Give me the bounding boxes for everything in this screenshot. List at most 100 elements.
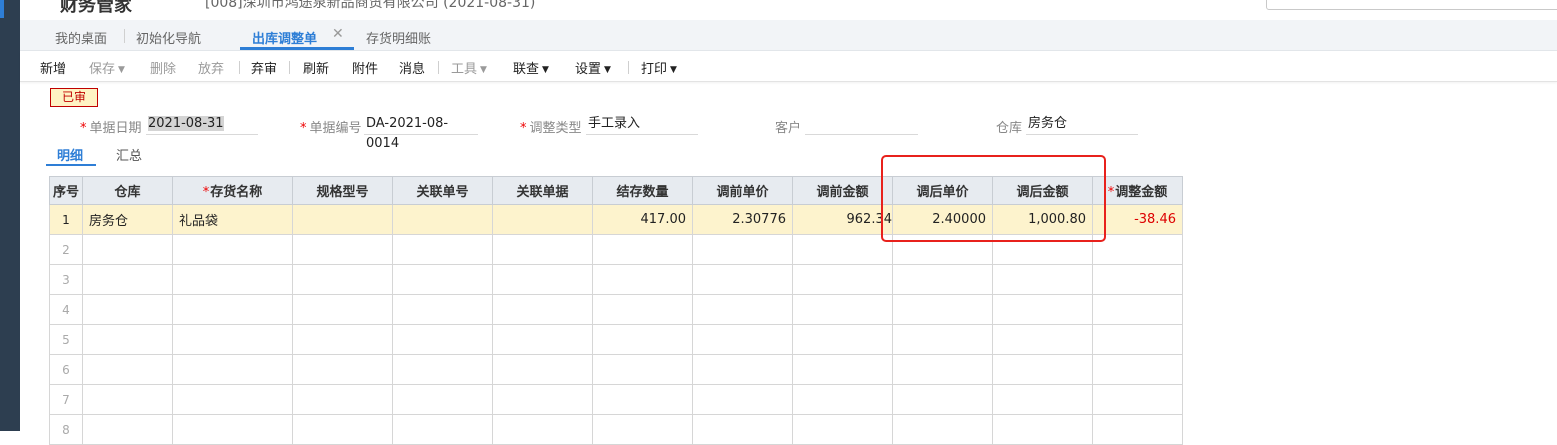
- linked-query-menu[interactable]: 联查 ▼: [513, 58, 549, 77]
- table-cell[interactable]: [892, 324, 993, 355]
- table-cell[interactable]: [592, 264, 693, 295]
- table-cell[interactable]: [892, 234, 993, 265]
- table-row[interactable]: 1 房务仓 礼品袋 417.00 2.30776 962.34 2.40000 …: [49, 204, 1183, 235]
- table-cell[interactable]: [292, 234, 393, 265]
- table-cell[interactable]: [492, 234, 593, 265]
- table-cell[interactable]: [292, 384, 393, 415]
- table-cell[interactable]: [592, 294, 693, 325]
- table-cell[interactable]: [792, 264, 893, 295]
- table-row[interactable]: 2: [49, 234, 1183, 265]
- table-cell[interactable]: [172, 324, 293, 355]
- table-cell[interactable]: [892, 414, 993, 445]
- delete-button[interactable]: 删除: [150, 58, 176, 77]
- discard-button[interactable]: 放弃: [198, 58, 224, 77]
- table-cell[interactable]: [892, 294, 993, 325]
- new-button[interactable]: 新增: [40, 58, 66, 77]
- table-cell[interactable]: [992, 354, 1093, 385]
- tab-detail[interactable]: 明细: [57, 145, 83, 164]
- table-cell[interactable]: [892, 264, 993, 295]
- table-cell[interactable]: [992, 384, 1093, 415]
- settings-menu[interactable]: 设置 ▼: [575, 58, 611, 77]
- table-cell[interactable]: [172, 414, 293, 445]
- table-cell[interactable]: [392, 324, 493, 355]
- table-row[interactable]: 8: [49, 414, 1183, 445]
- col-header-unit-before[interactable]: 调前单价: [692, 176, 793, 205]
- table-cell[interactable]: [892, 354, 993, 385]
- table-cell[interactable]: [792, 234, 893, 265]
- table-cell[interactable]: [82, 414, 173, 445]
- global-search-input[interactable]: [1266, 0, 1557, 10]
- cell-warehouse[interactable]: 房务仓: [82, 204, 173, 235]
- table-cell[interactable]: [82, 324, 173, 355]
- col-header-ref-no[interactable]: 关联单号: [392, 176, 493, 205]
- customer-field[interactable]: [805, 114, 918, 135]
- table-row[interactable]: 7: [49, 384, 1183, 415]
- col-header-seq[interactable]: 序号: [49, 176, 83, 205]
- table-cell[interactable]: [1092, 234, 1183, 265]
- table-cell[interactable]: [692, 414, 793, 445]
- table-row[interactable]: 6: [49, 354, 1183, 385]
- table-cell[interactable]: [82, 264, 173, 295]
- table-cell[interactable]: [392, 234, 493, 265]
- table-cell[interactable]: [592, 414, 693, 445]
- print-menu[interactable]: 打印 ▼: [641, 58, 677, 77]
- tools-menu[interactable]: 工具 ▼: [451, 58, 487, 77]
- message-button[interactable]: 消息: [399, 58, 425, 77]
- table-cell[interactable]: [1092, 354, 1183, 385]
- cell-ref-no[interactable]: [392, 204, 493, 235]
- tab-summary[interactable]: 汇总: [116, 145, 142, 164]
- table-cell[interactable]: [392, 414, 493, 445]
- table-cell[interactable]: [172, 354, 293, 385]
- table-cell[interactable]: [172, 264, 293, 295]
- table-cell[interactable]: [392, 384, 493, 415]
- table-cell[interactable]: [1092, 264, 1183, 295]
- tab-inventory-ledger[interactable]: 存货明细账: [366, 28, 431, 47]
- table-cell[interactable]: [172, 294, 293, 325]
- table-cell[interactable]: [292, 294, 393, 325]
- table-cell[interactable]: [172, 234, 293, 265]
- save-button[interactable]: 保存 ▼: [89, 58, 125, 77]
- attachment-button[interactable]: 附件: [352, 58, 378, 77]
- table-cell[interactable]: [692, 294, 793, 325]
- table-cell[interactable]: [592, 234, 693, 265]
- table-cell[interactable]: [692, 264, 793, 295]
- doc-number-field[interactable]: DA-2021-08-0014: [364, 114, 478, 151]
- col-header-amount-after[interactable]: 调后金额: [992, 176, 1093, 205]
- table-cell[interactable]: [82, 384, 173, 415]
- close-icon[interactable]: ✕: [332, 26, 344, 42]
- col-header-amount-before[interactable]: 调前金额: [792, 176, 893, 205]
- tab-my-desktop[interactable]: 我的桌面: [55, 28, 107, 47]
- table-cell[interactable]: [692, 384, 793, 415]
- cell-item[interactable]: 礼品袋: [172, 204, 293, 235]
- table-cell[interactable]: [992, 294, 1093, 325]
- table-cell[interactable]: [492, 414, 593, 445]
- table-cell[interactable]: [172, 384, 293, 415]
- table-cell[interactable]: [392, 354, 493, 385]
- table-cell[interactable]: [492, 354, 593, 385]
- table-cell[interactable]: [892, 384, 993, 415]
- table-cell[interactable]: [292, 354, 393, 385]
- table-cell[interactable]: [492, 324, 593, 355]
- table-cell[interactable]: [792, 324, 893, 355]
- table-cell[interactable]: [592, 384, 693, 415]
- col-header-spec[interactable]: 规格型号: [292, 176, 393, 205]
- table-cell[interactable]: [82, 294, 173, 325]
- cell-amount-after[interactable]: 1,000.80: [992, 204, 1093, 235]
- col-header-warehouse[interactable]: 仓库: [82, 176, 173, 205]
- table-cell[interactable]: [392, 294, 493, 325]
- table-cell[interactable]: [792, 294, 893, 325]
- cell-qty[interactable]: 417.00: [592, 204, 693, 235]
- table-row[interactable]: 4: [49, 294, 1183, 325]
- table-cell[interactable]: [82, 354, 173, 385]
- date-field[interactable]: 2021-08-31: [146, 114, 258, 135]
- table-row[interactable]: 5: [49, 324, 1183, 355]
- table-cell[interactable]: [792, 354, 893, 385]
- warehouse-field[interactable]: 房务仓: [1026, 114, 1138, 135]
- table-cell[interactable]: [692, 354, 793, 385]
- table-cell[interactable]: [692, 324, 793, 355]
- tab-outbound-adjust[interactable]: 出库调整单: [252, 28, 317, 47]
- table-cell[interactable]: [792, 414, 893, 445]
- tab-init-guide[interactable]: 初始化导航: [136, 28, 201, 47]
- refresh-button[interactable]: 刷新: [303, 58, 329, 77]
- cell-unit-before[interactable]: 2.30776: [692, 204, 793, 235]
